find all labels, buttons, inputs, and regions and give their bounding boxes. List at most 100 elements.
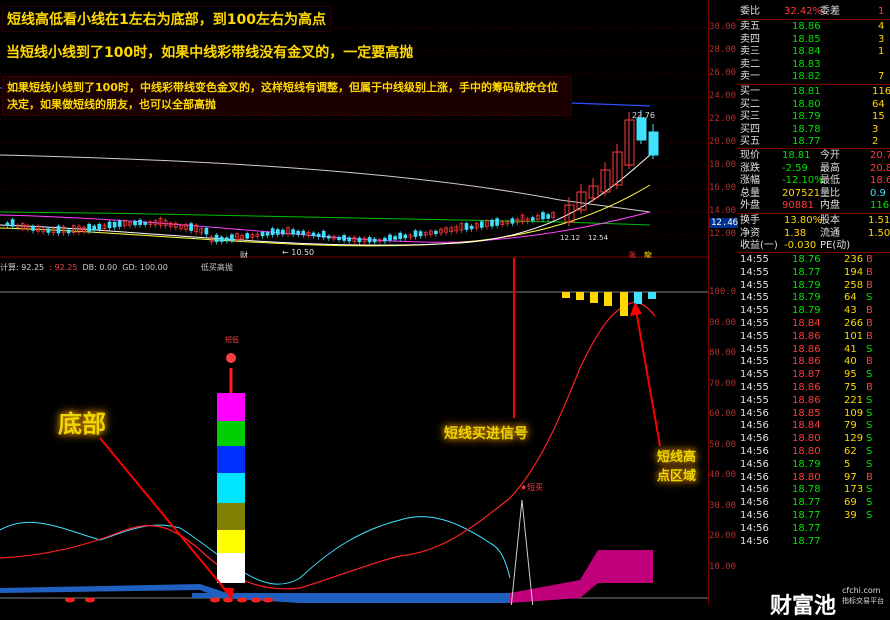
callout-high-zone: 短线高点区域 — [657, 450, 697, 484]
bid-row-cell: 买四 — [740, 123, 760, 135]
bid-row-cell: 买三 — [740, 111, 760, 122]
tick-row-cell: S — [866, 292, 873, 304]
tick-row-cell: 14:55 — [740, 305, 769, 317]
tick-row-cell: 109 — [844, 407, 864, 419]
divider — [738, 19, 890, 20]
tick-row: 14:55 18.76 236 B — [738, 254, 890, 266]
tick-row-cell: B — [866, 266, 873, 278]
tick-row: 14:56 18.80 129 S — [738, 433, 890, 445]
bid-row-cell: 18.78 — [792, 123, 821, 135]
tick-row-cell: 18.85 — [792, 407, 821, 419]
ask-row-cell: 卖五 — [740, 21, 760, 32]
watermark-logo: 财富池 — [770, 594, 837, 619]
indicator-axis-label: 50.00 — [709, 439, 737, 450]
weibi-row-cell: 委差 — [820, 6, 840, 17]
candle-body — [66, 229, 71, 234]
tick-row-cell: 14:55 — [740, 254, 769, 265]
ask-row-cell: 7 — [878, 71, 885, 82]
tick-row-cell: 18.80 — [792, 446, 821, 457]
price-chart[interactable]: 22.76 ← 10.50 12.12 12.54 财 涨龍 — [0, 0, 708, 258]
ma-long-green — [0, 211, 651, 226]
arrow-high — [635, 309, 661, 447]
candle-body — [469, 225, 474, 230]
bottom-dot-1 — [85, 597, 95, 603]
tick-row-cell: 18.79 — [792, 305, 821, 317]
short-low-label: 短低 — [225, 335, 239, 344]
tick-row-cell: S — [866, 407, 873, 419]
price-axis-label: 30.00 — [709, 22, 737, 32]
candle-body — [189, 223, 193, 231]
bid-row-cell: 2 — [872, 136, 879, 147]
tick-row-cell: 18.86 — [792, 343, 821, 355]
tick-row-cell: 14:56 — [740, 407, 769, 419]
tick-row-cell: 97 — [844, 471, 857, 483]
short-buy-label: ★短买 — [520, 482, 543, 492]
candle-body — [56, 225, 61, 234]
stat-row-cell: 0.9 — [870, 187, 886, 199]
price-label: 12.12 — [560, 234, 580, 242]
stat-row-cell: 涨跌 — [740, 162, 760, 174]
tick-row-cell: 258 — [844, 279, 864, 291]
tick-row-cell: 69 — [844, 497, 857, 509]
candle-body — [219, 236, 224, 242]
indicator-axis-label: 80.00 — [709, 348, 737, 358]
stat-row: 涨幅 -12.10% 最低 18.6 — [738, 175, 890, 187]
ask-row-cell: 卖四 — [740, 33, 760, 45]
tick-row-cell: 5 — [844, 458, 851, 470]
candle-body — [270, 228, 275, 236]
candle-body — [214, 234, 219, 243]
stat2-row-cell: 净资 — [740, 227, 760, 239]
tick-row-cell: 18.77 — [792, 535, 821, 547]
tick-row-cell: 14:56 — [740, 497, 769, 509]
candle-body — [316, 233, 321, 237]
ind-header-calc: 计算: 92.25 — [0, 263, 45, 272]
indicator-axis-label: 90.00 — [709, 317, 737, 328]
indicator-axis-label: 10.00 — [709, 561, 737, 572]
stat-row-cell: 20.8 — [870, 162, 890, 174]
tick-row-cell: 14:55 — [740, 266, 769, 278]
candle-body — [510, 218, 515, 224]
stat2-row-cell: 1.51 — [868, 215, 890, 226]
candle-body — [418, 231, 423, 237]
tick-row-cell: 18.80 — [792, 433, 821, 445]
candle-body — [46, 228, 51, 233]
stat-row: 总量 207521 量比 0.9 — [738, 188, 890, 200]
stat2-row-cell: 13.80% — [784, 215, 823, 226]
stat-row-cell: 90881 — [782, 200, 814, 211]
candle-body — [107, 221, 112, 229]
note-line-2: 当短线小线到了100时，如果中线彩带线没有金叉的，一定要高抛 — [2, 40, 418, 64]
tick-row-cell: 18.79 — [792, 458, 821, 470]
candle-body — [342, 235, 346, 241]
stat2-row-cell: 收益(一) — [740, 240, 778, 251]
price-axis-label: 20.00 — [709, 137, 737, 147]
candle-body — [530, 217, 535, 221]
tick-row-cell: 14:56 — [740, 420, 769, 432]
tick-row-cell: 18.79 — [792, 292, 821, 304]
price-axis-label: 12.00 — [709, 229, 737, 239]
tick-row-cell: S — [866, 433, 873, 445]
indicator-chart[interactable]: ★短买 短低 — [0, 258, 708, 605]
tick-row-cell: B — [866, 318, 873, 329]
chart-area[interactable]: 22.76 ← 10.50 12.12 12.54 财 涨龍 ★短买 短低 计算: 92.2… — [0, 0, 708, 605]
bid-row-cell: 3 — [872, 123, 879, 135]
bottom-dot-2 — [210, 597, 220, 603]
stat-row: 外盘 90881 内盘 11664 — [738, 200, 890, 212]
ask-row: 卖四 18.85 3 — [738, 34, 890, 46]
candle-body — [301, 230, 306, 236]
ask-row-cell: 18.84 — [792, 46, 821, 57]
candle-body — [326, 235, 331, 239]
bid-row-cell: 18.80 — [792, 98, 821, 110]
ask-row-cell: 3 — [878, 33, 885, 45]
top-bar-3 — [604, 292, 612, 306]
top-bar-6 — [648, 292, 656, 299]
tick-row: 14:55 18.86 41 S — [738, 344, 890, 356]
stat2-row-cell: 1.38 — [784, 227, 807, 239]
top-bar-0 — [562, 292, 570, 298]
candle-body — [388, 234, 392, 241]
signal-bar-2 — [217, 503, 245, 530]
indicator-axis-label: 20.00 — [709, 531, 737, 541]
tick-row-cell: 14:56 — [740, 433, 769, 445]
tick-row-cell: 14:55 — [740, 369, 769, 381]
price-axis-label: 24.00 — [709, 91, 737, 101]
candle-body — [337, 236, 341, 241]
